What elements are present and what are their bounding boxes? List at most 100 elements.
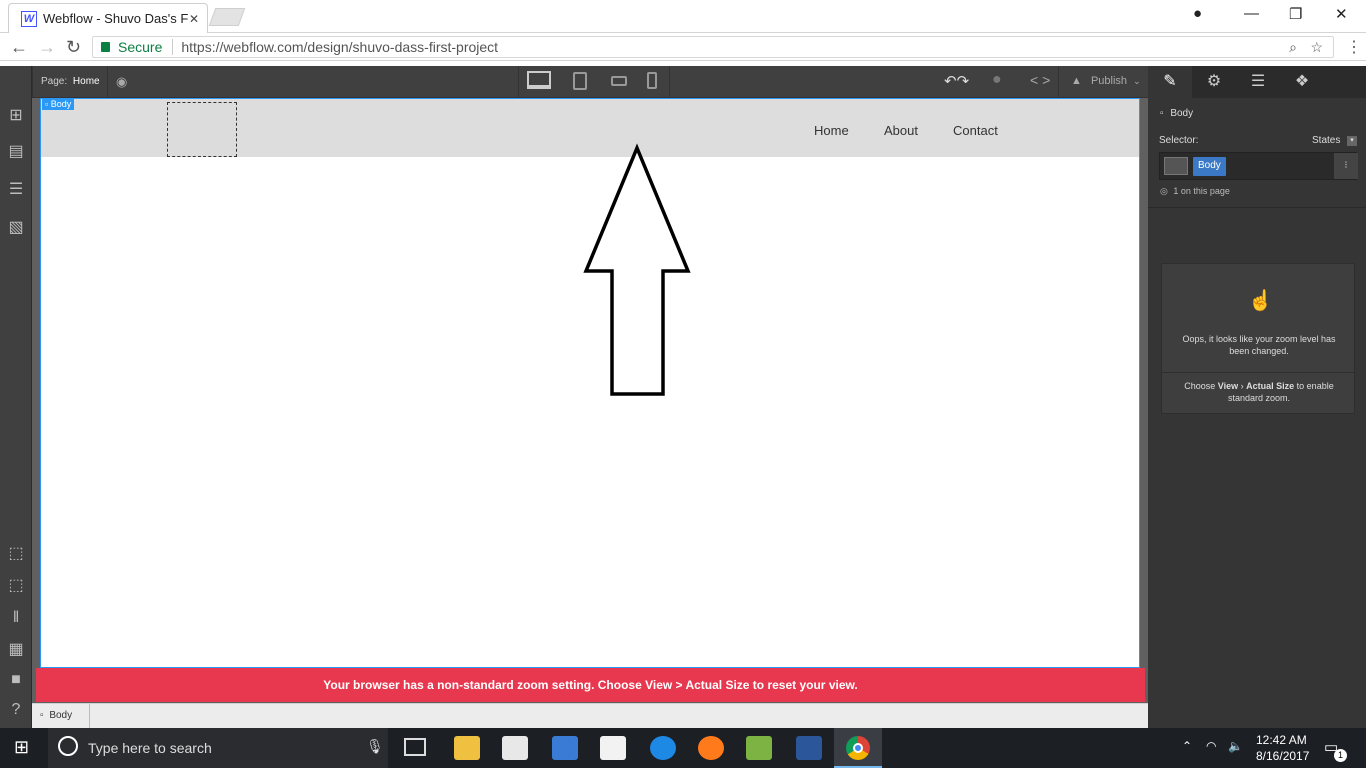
selector-label: Selector: [1159, 135, 1199, 146]
store-icon[interactable] [502, 736, 528, 760]
grid-overlay-icon[interactable]: ‖ [6, 608, 26, 628]
clock-time[interactable]: 12:42 AM [1256, 733, 1307, 747]
selector-field[interactable]: Body ⁝ [1159, 152, 1358, 180]
mail-icon[interactable] [600, 736, 626, 760]
page-selector[interactable]: Page: Home [32, 66, 108, 98]
zoom-instruction-text: Choose View › Actual Size to enable stan… [1184, 381, 1334, 403]
selector-chip-body[interactable]: Body [1193, 157, 1226, 176]
zoom-notice-card: ☝ Oops, it looks like your zoom level ha… [1161, 263, 1355, 414]
url-text[interactable]: https://webflow.com/design/shuvo-dass-fi… [181, 39, 498, 55]
undo-redo-icon[interactable]: ↶↷ [944, 72, 969, 90]
code-export-icon[interactable]: < > [1030, 72, 1050, 88]
desktop-view-icon[interactable] [527, 71, 551, 89]
usage-icon: ◎ [1160, 186, 1168, 196]
breadcrumb-item-body[interactable]: ▫ Body [32, 704, 90, 728]
selector-menu-icon[interactable]: ⁝ [1334, 153, 1358, 179]
excel-like-icon[interactable] [746, 736, 772, 760]
volume-icon[interactable]: 🔈 [1228, 739, 1243, 753]
omnibox[interactable]: Secure https://webflow.com/design/shuvo-… [92, 36, 1334, 58]
tray-chevron-up-icon[interactable]: ⌃ [1182, 739, 1192, 753]
rocket-icon: ▲ [1071, 75, 1082, 87]
page-label: Page: [41, 76, 68, 87]
task-view-icon[interactable] [404, 738, 426, 756]
windows-start-icon[interactable]: ⊞ [14, 737, 29, 758]
edge-icon[interactable] [650, 736, 676, 760]
address-toolbar: ← → ↻ Secure https://webflow.com/design/… [0, 33, 1366, 61]
file-explorer-icon[interactable] [454, 736, 480, 760]
breadcrumb: ▫ Body [32, 703, 1148, 728]
wifi-icon[interactable]: ◠ [1206, 739, 1216, 753]
secure-label: Secure [118, 39, 163, 55]
reload-icon[interactable]: ↻ [66, 37, 81, 58]
cms-database-icon[interactable]: ☰ [6, 180, 26, 200]
back-icon[interactable]: ← [10, 37, 28, 58]
navigator-icon[interactable]: ▦ [6, 640, 26, 660]
clock-date[interactable]: 8/16/2017 [1256, 749, 1309, 763]
pages-icon[interactable]: ▤ [6, 142, 26, 162]
selector-icon [1164, 157, 1188, 175]
states-dropdown[interactable]: States [1312, 135, 1340, 146]
zoom-notice-text: Oops, it looks like your zoom level has … [1182, 334, 1336, 356]
windows-taskbar: ⊞ Type here to search 🎙 ⌃ ◠ 🔈 12:42 AM 8… [0, 728, 1366, 768]
zoom-warning-banner: Your browser has a non-standard zoom set… [36, 668, 1145, 702]
nav-link-about[interactable]: About [884, 123, 918, 138]
chrome-menu-icon[interactable]: ⋮ [1346, 37, 1362, 57]
bookmark-star-icon[interactable]: ☆ [1310, 39, 1323, 56]
browser-tab[interactable]: W Webflow - Shuvo Das's F ✕ [8, 3, 208, 33]
firefox-icon[interactable] [698, 736, 724, 760]
chrome-taskbar-button[interactable] [834, 728, 882, 768]
brand-logo-placeholder[interactable] [167, 102, 237, 157]
element-label: Body [1170, 108, 1194, 119]
body-box-icon: ▫ [1160, 108, 1164, 119]
profile-icon[interactable]: ● [1193, 5, 1202, 22]
body-box-icon: ▫ [40, 710, 44, 721]
publish-button[interactable]: ▲ Publish ⌄ [1058, 66, 1148, 98]
search-placeholder: Type here to search [88, 740, 212, 756]
microphone-icon[interactable]: 🎙 [366, 738, 384, 755]
navigator-bars-icon[interactable]: ☰ [1236, 66, 1280, 98]
zoom-icon[interactable]: ⌕ [1289, 39, 1297, 56]
hand-pointer-icon: ☝ [1248, 290, 1273, 312]
forward-icon[interactable]: → [38, 37, 56, 58]
help-icon[interactable]: ? [6, 700, 26, 720]
webflow-favicon-icon: W [21, 10, 37, 27]
collaborators-icon[interactable]: ● [992, 71, 1002, 89]
states-chevron-icon[interactable]: ▾ [1347, 136, 1357, 146]
select-tool-icon[interactable]: ⬚ [6, 544, 26, 564]
nav-link-contact[interactable]: Contact [953, 123, 998, 138]
minimize-icon[interactable]: — [1244, 5, 1259, 22]
interactions-drops-icon[interactable]: ❖ [1280, 66, 1324, 98]
style-brush-icon[interactable]: ✎ [1148, 66, 1192, 98]
selected-element-tag: ▫ Body [42, 98, 75, 110]
word-icon[interactable] [796, 736, 822, 760]
preview-eye-icon[interactable]: ◉ [116, 74, 127, 90]
add-element-icon[interactable]: ⊞ [6, 106, 26, 126]
cortana-icon [58, 736, 78, 756]
settings-gear-icon[interactable]: ⚙ [1192, 66, 1236, 98]
browser-tab-strip: W Webflow - Shuvo Das's F ✕ ● — ❐ ✕ [0, 0, 1366, 33]
breakpoint-switcher [518, 66, 670, 98]
nav-link-home[interactable]: Home [814, 123, 849, 138]
new-tab-button[interactable] [208, 8, 246, 26]
close-tab-icon[interactable]: ✕ [189, 12, 199, 26]
lock-icon [101, 42, 110, 52]
restore-icon[interactable]: ❐ [1289, 5, 1302, 23]
body-box-icon: ▫ [45, 99, 49, 109]
left-toolbar: ⊞ ▤ ☰ ▧ ⬚ ⬚ ‖ ▦ ■ ? [0, 66, 32, 728]
notification-badge: 1 [1334, 749, 1347, 762]
assets-icon[interactable]: ▧ [6, 218, 26, 238]
app-icon[interactable] [552, 736, 578, 760]
preview-outline-icon[interactable]: ⬚ [6, 576, 26, 596]
usage-count: 1 on this page [1173, 186, 1230, 196]
tab-title: Webflow - Shuvo Das's F [43, 11, 189, 26]
window-close-icon[interactable]: ✕ [1335, 5, 1348, 23]
video-tutorials-icon[interactable]: ■ [6, 670, 26, 690]
page-name: Home [72, 76, 100, 87]
mobile-portrait-view-icon[interactable] [647, 72, 657, 89]
taskbar-search-box[interactable]: Type here to search 🎙 [48, 728, 388, 768]
chevron-down-icon: ⌄ [1133, 76, 1141, 86]
tablet-view-icon[interactable] [573, 72, 587, 90]
designer-topbar: W Page: Home ◉ ↶↷ ● < > ▲ Publish ⌄ [0, 66, 1148, 98]
mobile-landscape-view-icon[interactable] [611, 76, 627, 86]
up-arrow-annotation [583, 143, 691, 396]
